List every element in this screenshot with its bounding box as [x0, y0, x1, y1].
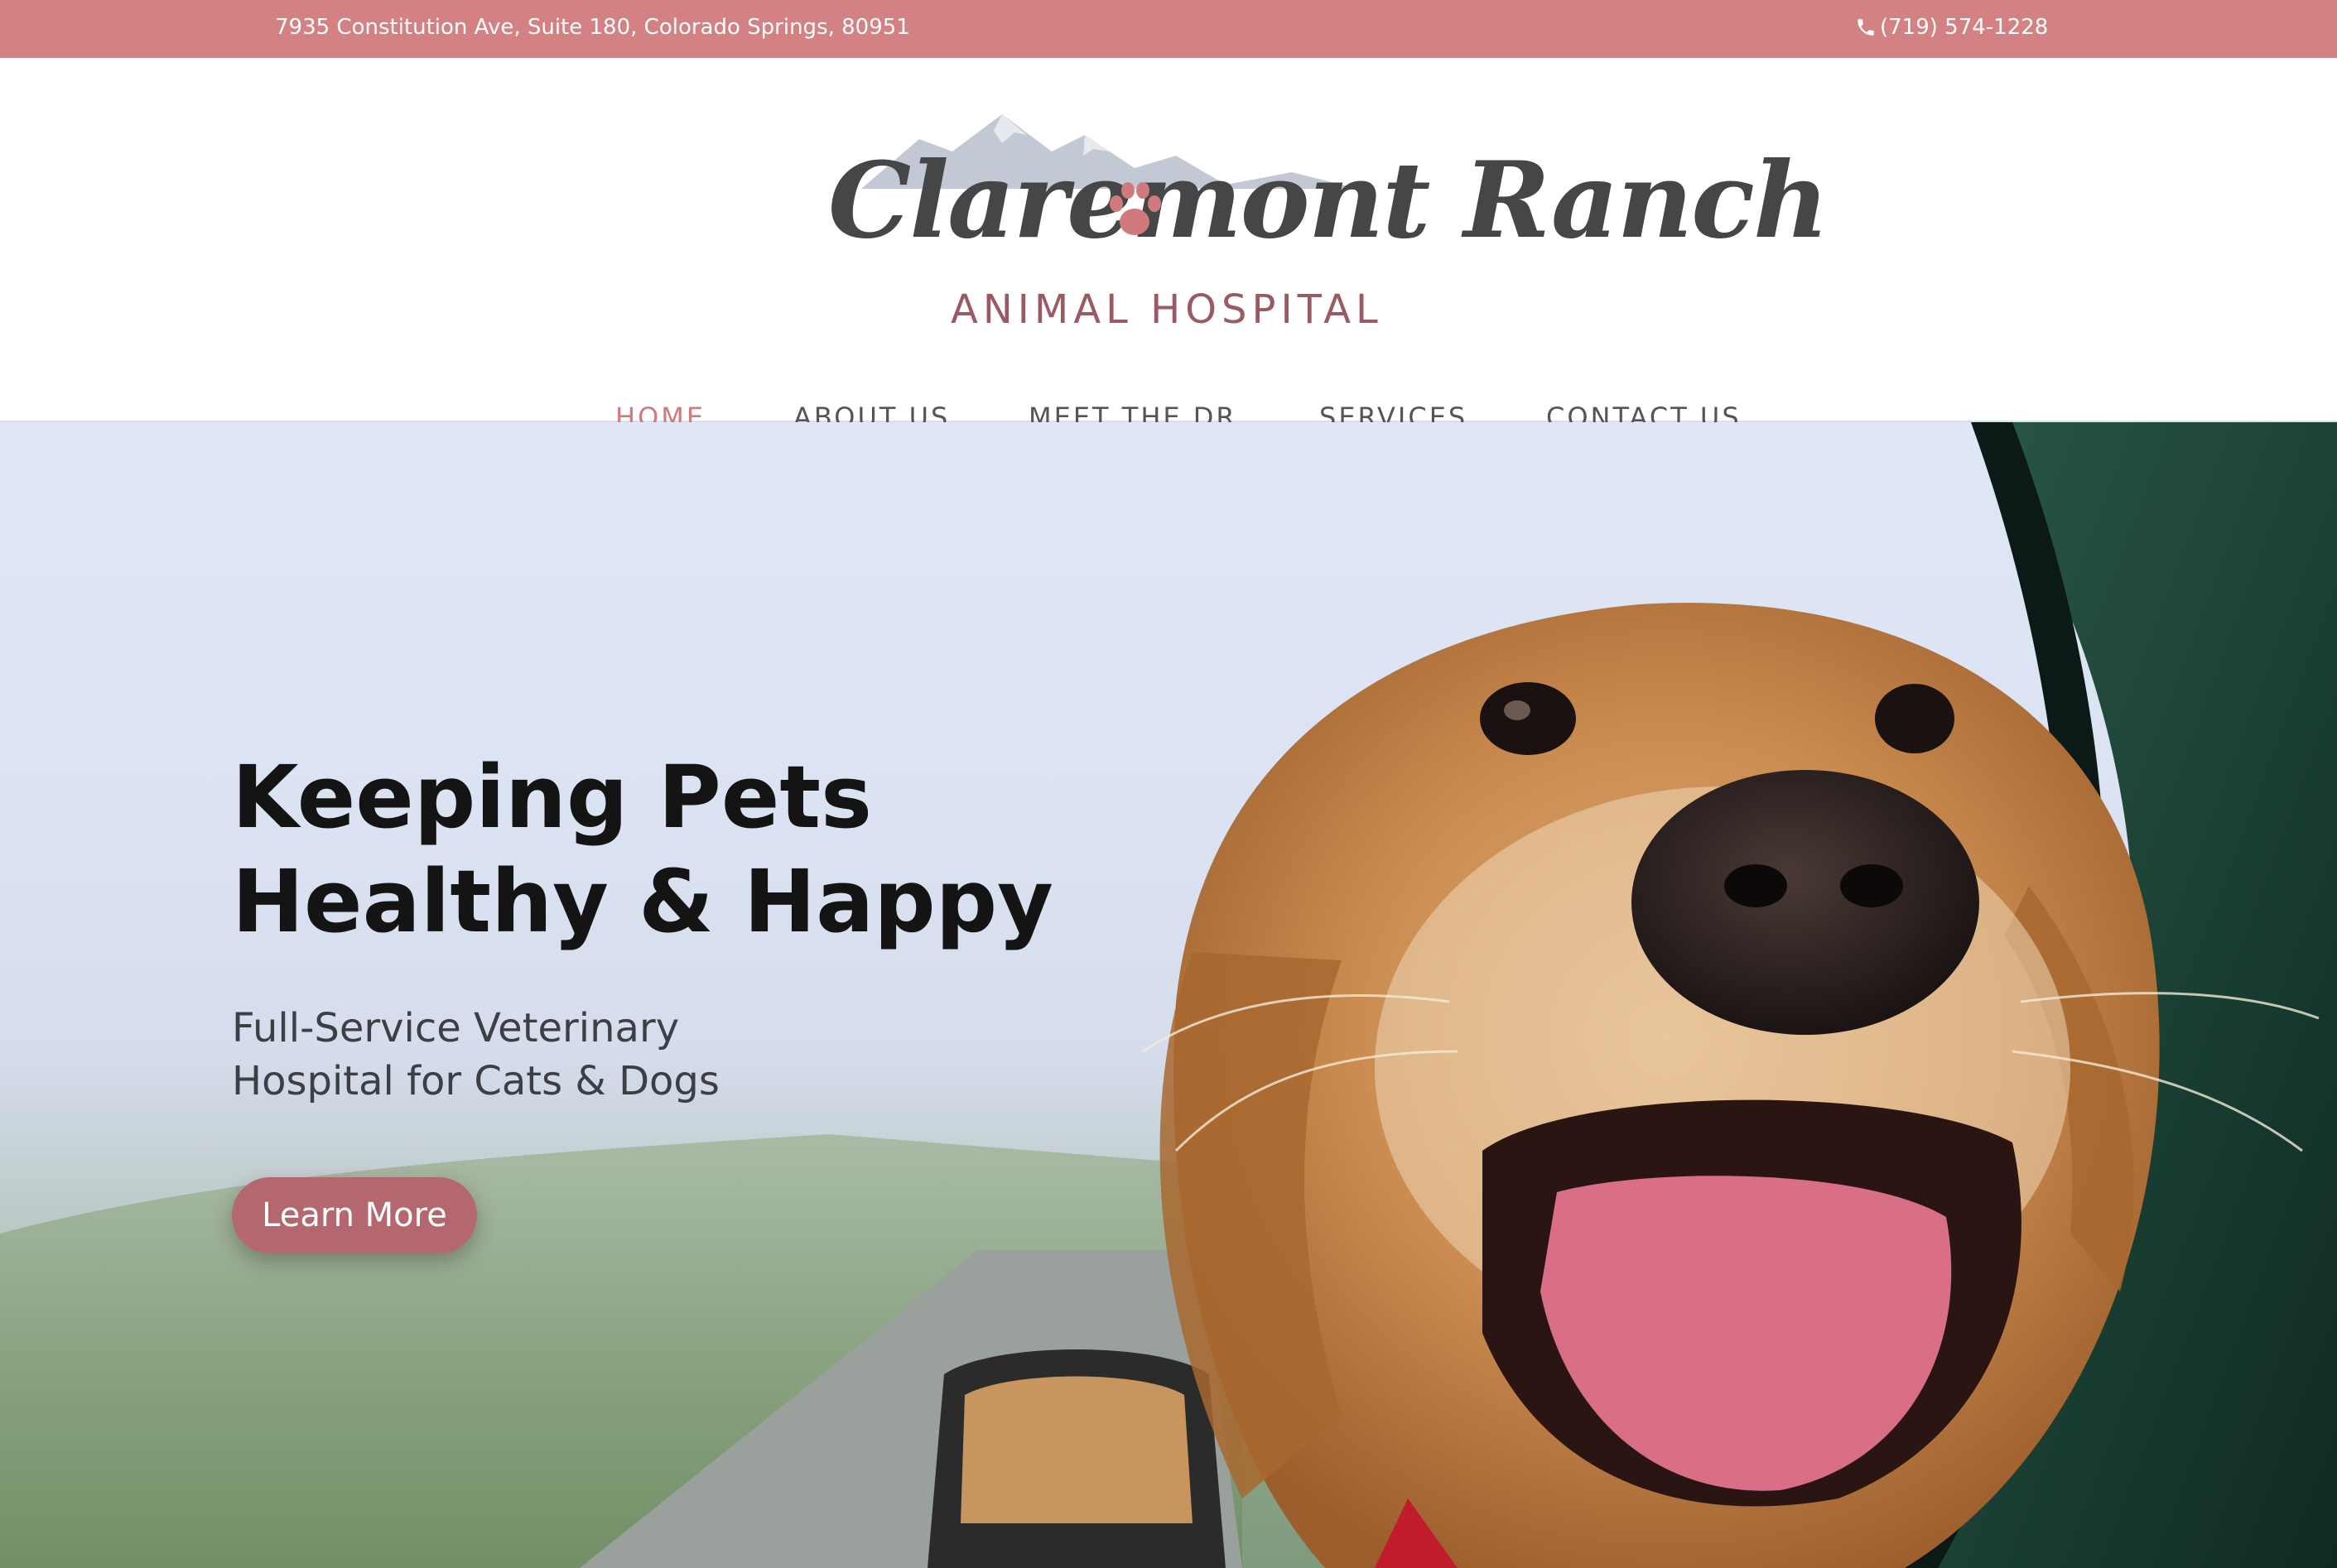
- site-logo[interactable]: Claremont Ranch ANIMAL HOSPITAL: [820, 106, 1829, 346]
- hero-dog-photo: [0, 422, 2337, 1568]
- logo-script-text: Claremont Ranch: [828, 139, 1829, 262]
- logo-subtitle: ANIMAL HOSPITAL: [951, 286, 1383, 333]
- hero-subheadline-line2: Hospital for Cats & Dogs: [232, 1058, 720, 1104]
- hero-headline-line2: Healthy & Happy: [232, 851, 1053, 952]
- phone-number: (719) 574-1228: [1880, 15, 2049, 40]
- site-header: Claremont Ranch ANIMAL HOSPITAL HOME ABO…: [0, 58, 2337, 433]
- paw-icon: [1110, 182, 1161, 235]
- address-text: 7935 Constitution Ave, Suite 180, Colora…: [275, 15, 910, 40]
- phone-link[interactable]: (719) 574-1228: [1855, 15, 2048, 40]
- hero-headline-line1: Keeping Pets: [232, 747, 872, 848]
- hero-banner: Keeping Pets Healthy & Happy Full-Servic…: [0, 422, 2337, 1568]
- hero-subheadline: Full-Service Veterinary Hospital for Cat…: [232, 1002, 894, 1108]
- top-info-bar: 7935 Constitution Ave, Suite 180, Colora…: [0, 0, 2337, 58]
- hero-subheadline-line1: Full-Service Veterinary: [232, 1005, 680, 1051]
- hero-headline: Keeping Pets Healthy & Happy: [232, 745, 1060, 954]
- phone-icon: [1858, 19, 1874, 36]
- learn-more-button[interactable]: Learn More: [232, 1177, 477, 1253]
